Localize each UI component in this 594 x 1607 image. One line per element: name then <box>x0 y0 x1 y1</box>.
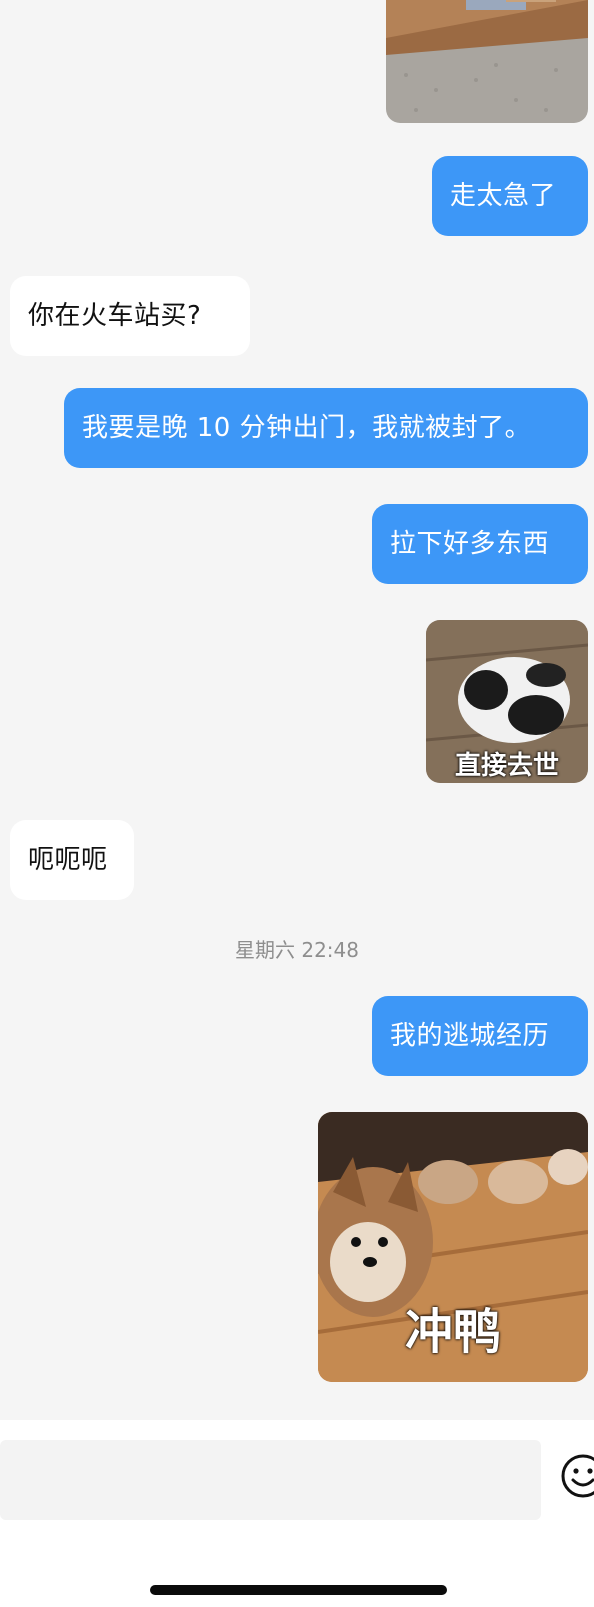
chat-message-list[interactable]: 走太急了 你在火车站买? 我要是晚 10 分钟出门，我就被封了。 拉下好多东西 … <box>0 0 594 1420</box>
incoming-message[interactable]: 你在火车站买? <box>10 276 250 356</box>
message-input[interactable] <box>0 1440 541 1520</box>
corgi-sticker[interactable]: 冲鸭 <box>318 1112 588 1382</box>
input-bar <box>0 1420 594 1607</box>
smiley-face-icon[interactable] <box>560 1453 594 1499</box>
outgoing-message[interactable]: 我要是晚 10 分钟出门，我就被封了。 <box>64 388 588 468</box>
photo-message[interactable] <box>386 0 588 123</box>
panda-sticker[interactable]: 直接去世 <box>426 620 588 783</box>
photo-thumbnail <box>386 0 588 123</box>
sticker-caption: 冲鸭 <box>404 1304 501 1360</box>
incoming-message[interactable]: 呃呃呃 <box>10 820 134 900</box>
outgoing-message[interactable]: 拉下好多东西 <box>372 504 588 584</box>
outgoing-message[interactable]: 走太急了 <box>432 156 588 236</box>
home-indicator <box>150 1585 447 1595</box>
sticker-caption: 直接去世 <box>454 751 559 781</box>
outgoing-message[interactable]: 我的逃城经历 <box>372 996 588 1076</box>
message-timestamp: 星期六 22:48 <box>235 938 359 962</box>
